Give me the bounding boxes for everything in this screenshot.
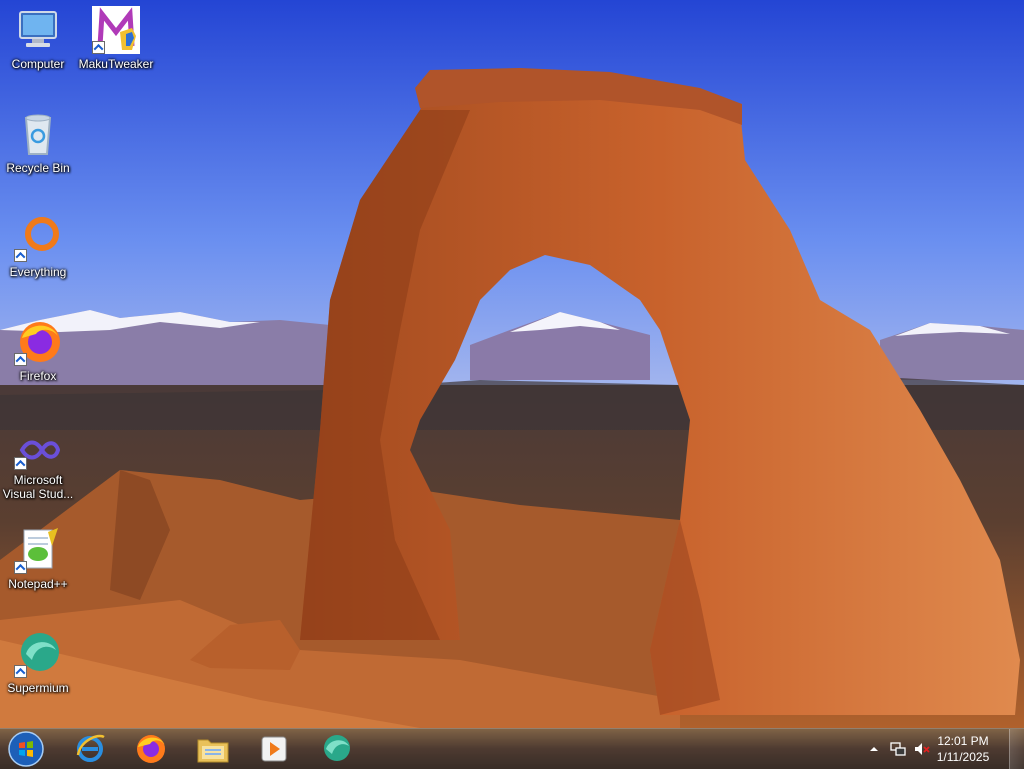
desktop-icon-label: Recycle Bin: [6, 161, 70, 175]
taskbar-firefox[interactable]: [125, 731, 177, 767]
desktop-icon-label: Computer: [11, 57, 65, 71]
desktop[interactable]: Computer MakuTweaker Recycle Bin Everyth…: [0, 0, 1024, 728]
windows-orb-icon: [8, 731, 44, 767]
file-explorer-icon: [197, 739, 229, 763]
firefox-icon: [137, 735, 165, 763]
desktop-icon-notepadpp[interactable]: Notepad++: [0, 526, 76, 591]
desktop-icon-visual-studio[interactable]: Microsoft Visual Stud...: [0, 422, 76, 501]
shortcut-arrow-icon: [14, 561, 27, 574]
media-player-icon: [261, 736, 287, 762]
desktop-icon-supermium[interactable]: Supermium: [0, 630, 76, 695]
firefox-icon: [14, 318, 62, 366]
desktop-icon-recycle-bin[interactable]: Recycle Bin: [0, 110, 76, 175]
clock-time: 12:01 PM: [937, 734, 989, 748]
taskbar-internet-explorer[interactable]: [64, 731, 116, 767]
makutweaker-icon: [92, 6, 140, 54]
shortcut-arrow-icon: [14, 353, 27, 366]
wallpaper: [0, 0, 1024, 728]
shortcut-arrow-icon: [14, 665, 27, 678]
desktop-icon-firefox[interactable]: Firefox: [0, 318, 76, 383]
clock[interactable]: 12:01 PM 1/11/2025: [926, 733, 1000, 765]
show-desktop-button[interactable]: [1009, 729, 1024, 769]
computer-icon: [14, 6, 62, 54]
desktop-icon-label: Microsoft Visual Stud...: [2, 473, 74, 501]
desktop-icon-label: Firefox: [19, 369, 57, 383]
taskbar-supermium[interactable]: [310, 731, 362, 767]
supermium-icon: [14, 630, 62, 678]
internet-explorer-icon: [76, 734, 105, 762]
recycle-bin-icon: [14, 110, 62, 158]
supermium-icon: [324, 735, 350, 761]
desktop-icon-computer[interactable]: Computer: [0, 6, 76, 71]
notepadpp-icon: [14, 526, 62, 574]
taskbar-media-player[interactable]: [248, 731, 300, 767]
desktop-icon-makutweaker[interactable]: MakuTweaker: [78, 6, 154, 71]
chevron-up-icon[interactable]: [866, 741, 882, 757]
desktop-icon-label: Supermium: [7, 681, 69, 695]
network-icon[interactable]: [890, 741, 906, 757]
start-button[interactable]: [4, 730, 48, 768]
desktop-icon-label: Everything: [9, 265, 67, 279]
taskbar-file-explorer[interactable]: [187, 731, 239, 767]
visual-studio-icon: [14, 422, 62, 470]
notification-area: 12:01 PM 1/11/2025: [854, 729, 1024, 769]
desktop-icon-label: MakuTweaker: [78, 57, 154, 71]
shortcut-arrow-icon: [14, 457, 27, 470]
taskbar: 12:01 PM 1/11/2025: [0, 728, 1024, 769]
clock-date: 1/11/2025: [936, 750, 990, 764]
everything-icon: [14, 214, 62, 262]
shortcut-arrow-icon: [14, 249, 27, 262]
shortcut-arrow-icon: [92, 41, 105, 54]
desktop-icon-label: Notepad++: [8, 577, 68, 591]
desktop-icon-everything[interactable]: Everything: [0, 214, 76, 279]
